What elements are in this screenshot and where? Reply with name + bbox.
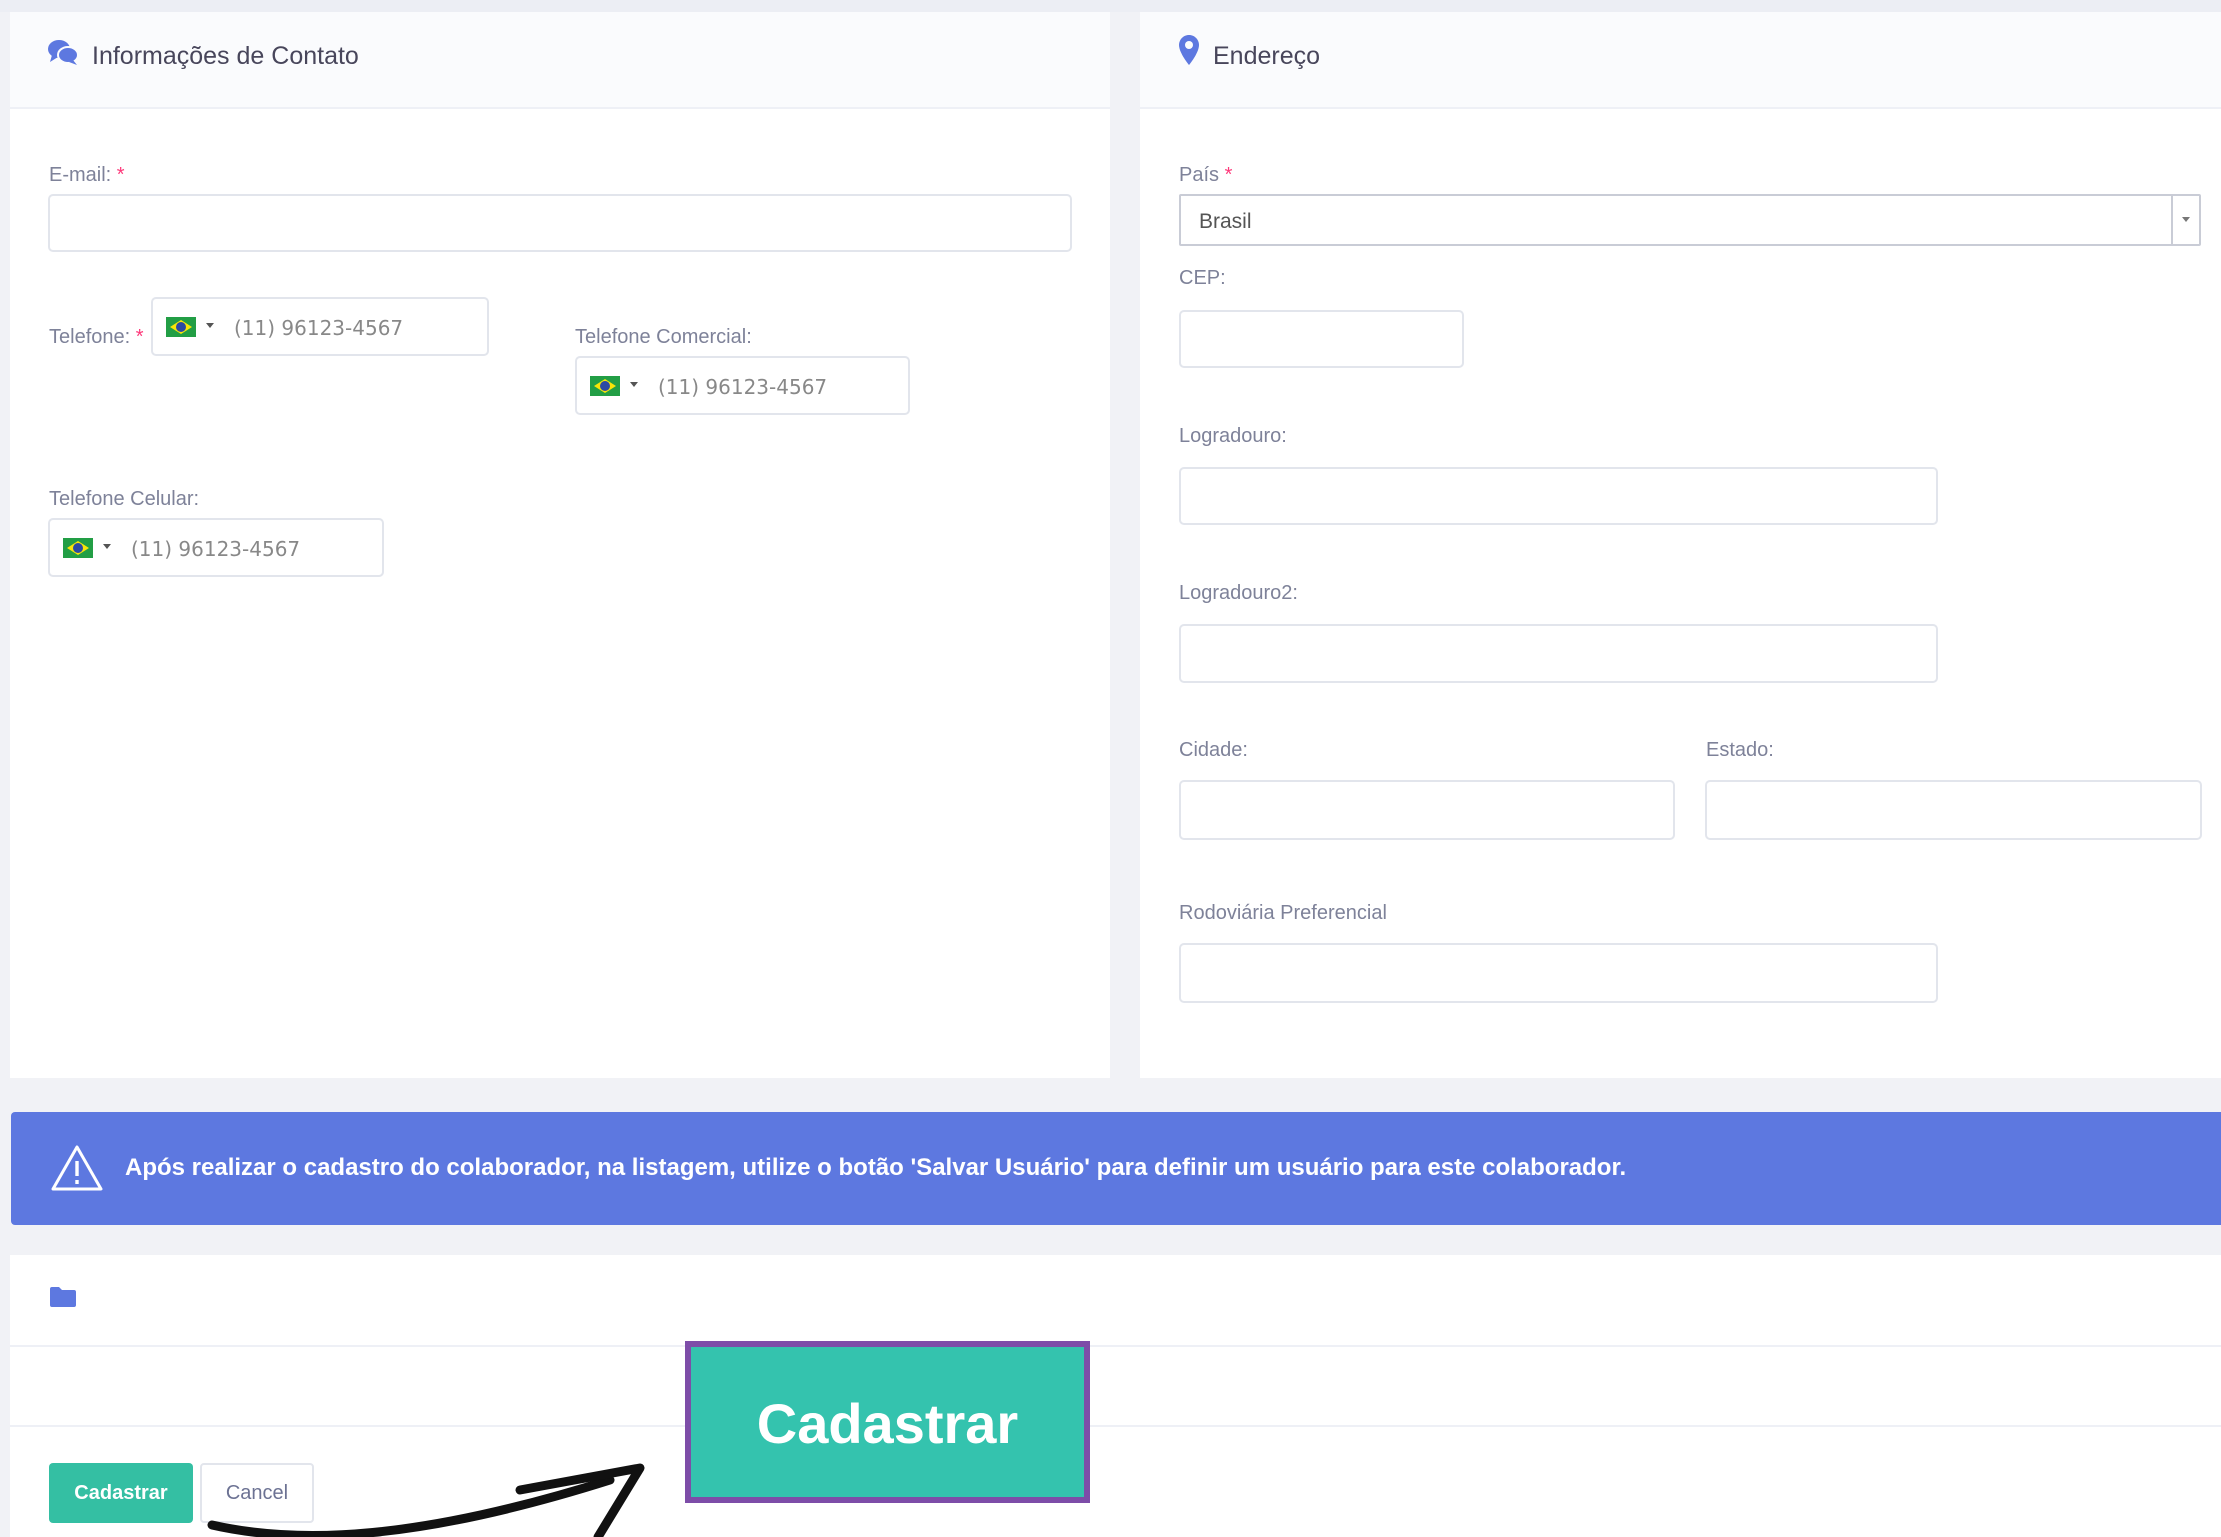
hand-drawn-arrow-icon [207, 1463, 645, 1537]
